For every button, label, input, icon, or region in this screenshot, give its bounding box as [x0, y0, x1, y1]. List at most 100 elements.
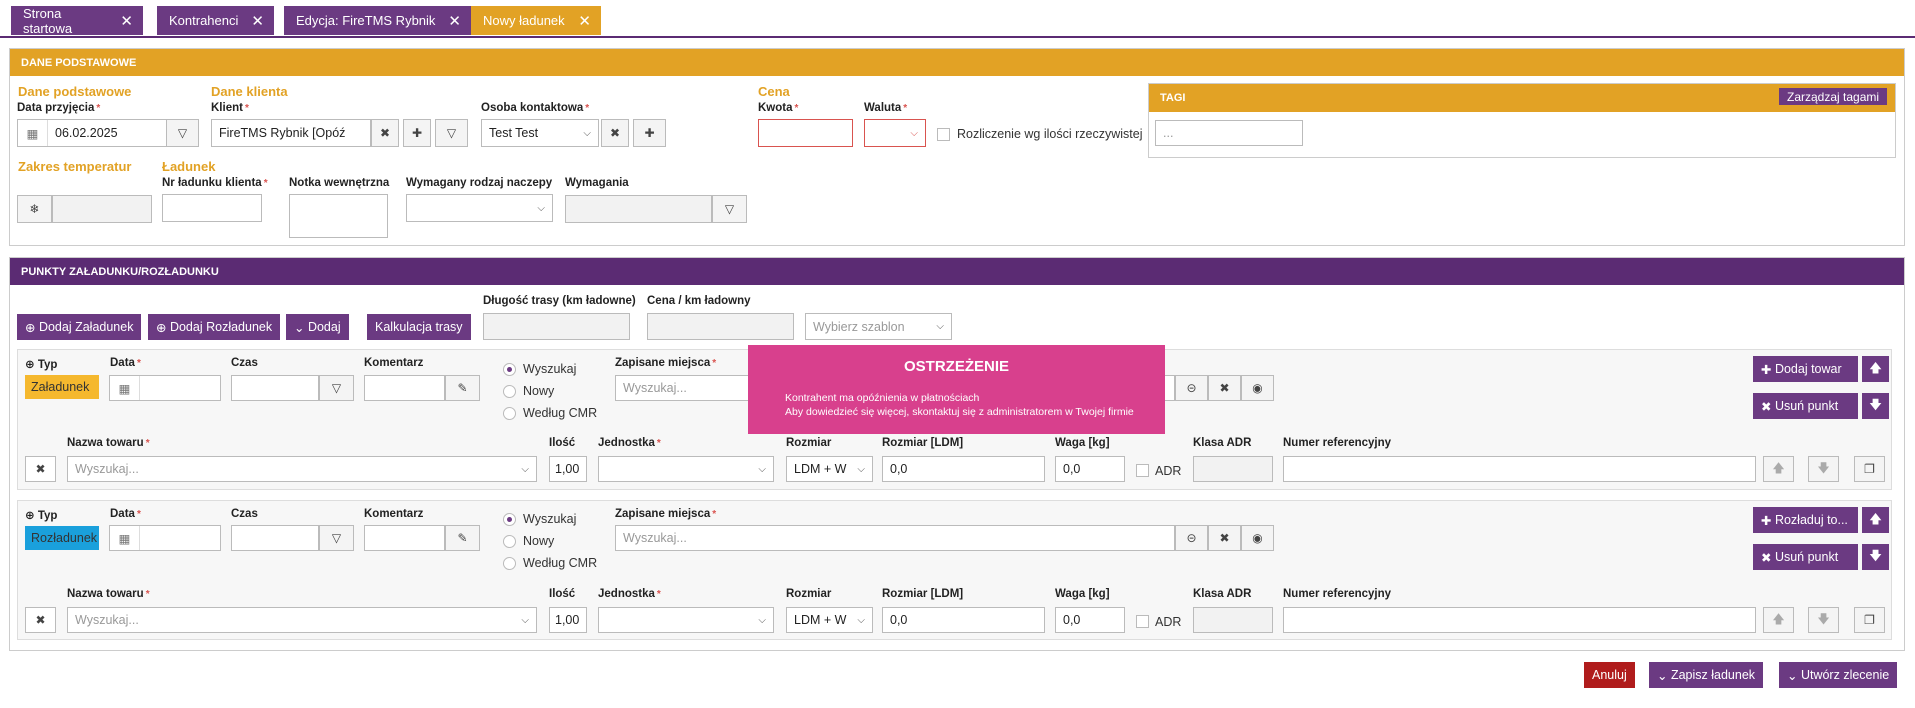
goods-search-field[interactable]: Wyszukaj... ⌵	[67, 456, 537, 482]
clear-icon[interactable]: ✖	[601, 119, 629, 147]
cancel-button[interactable]: Anuluj	[1584, 662, 1635, 688]
size-select[interactable]: LDM + W ⌵	[786, 456, 873, 482]
template-select[interactable]: Wybierz szablon ⌵	[805, 313, 952, 340]
weight-field[interactable]: 0,0	[1055, 456, 1125, 482]
arrow-down-icon[interactable]: 🡇	[1808, 456, 1839, 482]
client-field[interactable]: FireTMS Rybnik [Opóź	[211, 119, 371, 147]
time-field[interactable]	[231, 375, 319, 401]
arrow-up-icon[interactable]: 🡅	[1763, 607, 1794, 633]
reference-field[interactable]	[1283, 456, 1756, 482]
go-icon[interactable]: ⊝	[1175, 525, 1208, 551]
ldm-field[interactable]: 0,0	[882, 456, 1045, 482]
order-no-field[interactable]	[162, 194, 262, 222]
remove-goods-icon[interactable]: ✖	[25, 607, 56, 633]
expand-icon[interactable]: ⊕	[25, 359, 35, 371]
arrow-up-icon[interactable]: 🡅	[1763, 456, 1794, 482]
time-field[interactable]	[231, 525, 319, 551]
settle-checkbox[interactable]	[937, 128, 950, 141]
copy-icon[interactable]: ❐	[1854, 607, 1885, 633]
clear-icon[interactable]: ✖	[371, 119, 399, 147]
point-date-field[interactable]: ▦	[109, 375, 221, 401]
adr-class-field[interactable]	[1193, 607, 1273, 633]
amount-field[interactable]	[758, 119, 853, 147]
note-field[interactable]	[289, 194, 388, 238]
date-field[interactable]: ▦ 06.02.2025	[17, 119, 167, 147]
contact-select[interactable]: Test Test ⌵	[481, 119, 599, 147]
places-search-field[interactable]: Wyszukaj...	[615, 525, 1175, 551]
adr-checkbox[interactable]	[1136, 464, 1149, 477]
radio-new[interactable]: Nowy	[503, 534, 554, 548]
compass-icon[interactable]: ◉	[1241, 525, 1274, 551]
edit-icon[interactable]: ✎	[445, 525, 480, 551]
radio-cmr[interactable]: Według CMR	[503, 406, 597, 420]
add-unloading-button[interactable]: ⊕ Dodaj Rozładunek	[148, 314, 281, 340]
remove-point-button[interactable]: ✖ Usuń punkt	[1753, 393, 1858, 419]
adr-checkbox[interactable]	[1136, 615, 1149, 628]
filter-icon[interactable]: ▽	[319, 525, 354, 551]
remove-point-button[interactable]: ✖ Usuń punkt	[1753, 544, 1858, 570]
unit-select[interactable]: ⌵	[598, 607, 774, 633]
clear-icon[interactable]: ✖	[1208, 375, 1241, 401]
tab-contractors[interactable]: Kontrahenci ✕	[157, 6, 274, 35]
calendar-icon[interactable]: ▦	[110, 526, 140, 550]
manage-tags-button[interactable]: Zarządzaj tagami	[1779, 88, 1888, 105]
add-dropdown-button[interactable]: ⌄ Dodaj	[286, 314, 349, 340]
unit-select[interactable]: ⌵	[598, 456, 774, 482]
close-icon[interactable]: ✕	[112, 12, 133, 30]
radio-search[interactable]: Wyszukaj	[503, 512, 576, 526]
clear-icon[interactable]: ✖	[1208, 525, 1241, 551]
expand-icon[interactable]: ⊕	[25, 510, 35, 522]
add-loading-button[interactable]: ⊕ Dodaj Załadunek	[17, 314, 142, 340]
requirements-field[interactable]	[565, 195, 712, 223]
route-calc-button[interactable]: Kalkulacja trasy	[367, 314, 471, 340]
move-down-button[interactable]: 🡇	[1862, 393, 1889, 419]
close-icon[interactable]: ✕	[570, 12, 591, 30]
go-icon[interactable]: ⊝	[1175, 375, 1208, 401]
compass-icon[interactable]: ◉	[1241, 375, 1274, 401]
save-load-button[interactable]: ⌄ Zapisz ładunek	[1649, 662, 1764, 688]
move-up-button[interactable]: 🡅	[1862, 507, 1889, 533]
currency-select[interactable]: ⌵	[864, 119, 926, 147]
calendar-icon[interactable]: ▦	[110, 376, 140, 400]
move-down-button[interactable]: 🡇	[1862, 544, 1889, 570]
close-icon[interactable]: ✕	[440, 12, 461, 30]
comment-field[interactable]	[364, 375, 445, 401]
radio-new[interactable]: Nowy	[503, 384, 554, 398]
tab-start[interactable]: Strona startowa ✕	[11, 6, 143, 36]
filter-icon[interactable]: ▽	[166, 119, 199, 147]
qty-field[interactable]: 1,00	[549, 456, 587, 482]
filter-icon[interactable]: ▽	[319, 375, 354, 401]
reference-field[interactable]	[1283, 607, 1756, 633]
unload-goods-button[interactable]: ✚ Rozładuj to...	[1753, 507, 1858, 533]
tab-new-load[interactable]: Nowy ładunek ✕	[471, 6, 601, 35]
add-icon[interactable]: ✚	[633, 119, 666, 147]
snowflake-icon[interactable]: ❄	[17, 195, 52, 223]
close-icon[interactable]: ✕	[243, 12, 264, 30]
edit-icon[interactable]: ✎	[445, 375, 480, 401]
add-goods-button[interactable]: ✚ Dodaj towar	[1753, 356, 1858, 382]
remove-goods-icon[interactable]: ✖	[25, 456, 56, 482]
filter-icon[interactable]: ▽	[712, 195, 747, 223]
copy-icon[interactable]: ❐	[1854, 456, 1885, 482]
qty-field[interactable]: 1,00	[549, 607, 587, 633]
trailer-select[interactable]: ⌵	[406, 194, 553, 222]
weight-field[interactable]: 0,0	[1055, 607, 1125, 633]
tab-edit-contractor[interactable]: Edycja: FireTMS Rybnik ✕	[284, 6, 471, 35]
arrow-down-icon[interactable]: 🡇	[1808, 607, 1839, 633]
tags-input[interactable]: ...	[1155, 120, 1303, 146]
goods-search-field[interactable]: Wyszukaj... ⌵	[67, 607, 537, 633]
add-icon[interactable]: ✚	[403, 119, 431, 147]
radio-search[interactable]: Wyszukaj	[503, 362, 576, 376]
calendar-icon[interactable]: ▦	[18, 120, 48, 146]
comment-field[interactable]	[364, 525, 445, 551]
point-date-field[interactable]: ▦	[109, 525, 221, 551]
price-per-km-field[interactable]	[647, 313, 794, 340]
warning-toast[interactable]: OSTRZEŻENIE Kontrahent ma opóźnienia w p…	[748, 345, 1165, 434]
temperature-field[interactable]	[52, 195, 152, 223]
ldm-field[interactable]: 0,0	[882, 607, 1045, 633]
filter-icon[interactable]: ▽	[435, 119, 468, 147]
route-length-field[interactable]	[483, 313, 630, 340]
adr-class-field[interactable]	[1193, 456, 1273, 482]
create-order-button[interactable]: ⌄ Utwórz zlecenie	[1779, 662, 1898, 688]
radio-cmr[interactable]: Według CMR	[503, 556, 597, 570]
